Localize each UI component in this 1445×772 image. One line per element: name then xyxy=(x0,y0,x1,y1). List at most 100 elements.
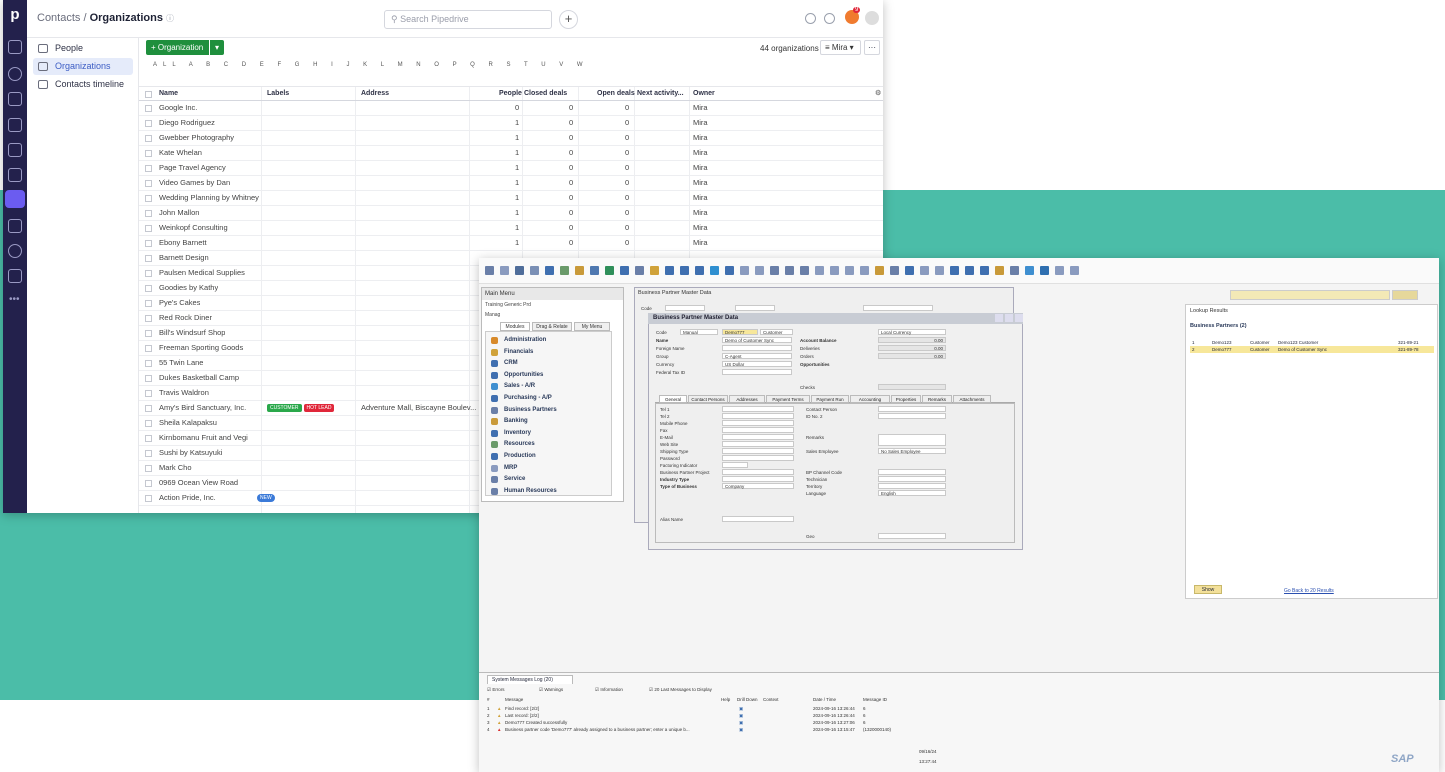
org-name[interactable]: Diego Rodriguez xyxy=(159,116,215,131)
field-input[interactable]: Company xyxy=(722,483,794,489)
toolbar-icon[interactable] xyxy=(590,266,599,275)
toolbar-icon[interactable] xyxy=(1040,266,1049,275)
type-select[interactable]: Customer xyxy=(760,329,793,335)
field-input[interactable] xyxy=(722,406,794,412)
add-organization-dropdown[interactable]: ▾ xyxy=(210,40,224,55)
message-filter[interactable]: ☑ Warnings xyxy=(539,687,563,693)
org-name[interactable]: Bill's Windsurf Shop xyxy=(159,326,225,341)
org-name[interactable]: Mark Cho xyxy=(159,461,192,476)
toolbar-icon[interactable] xyxy=(875,266,884,275)
toolbar-icon[interactable] xyxy=(890,266,899,275)
toolbar-icon[interactable] xyxy=(575,266,584,275)
field-input[interactable] xyxy=(878,469,946,475)
module-item[interactable]: Purchasing - A/P xyxy=(489,392,552,404)
lookup-row[interactable]: 2 Demo777 Customer Demo of Customer Sync… xyxy=(1190,346,1434,353)
tab-remarks[interactable]: Remarks xyxy=(922,395,952,403)
message-filter[interactable]: ☑ 20 Last Messages to Display xyxy=(649,687,712,693)
type-select[interactable] xyxy=(735,305,775,311)
sidebar-item-people[interactable]: People xyxy=(33,40,133,57)
table-row[interactable]: Video Games by Dan 1 0 0 Mira xyxy=(139,176,883,191)
select-all-checkbox[interactable] xyxy=(145,91,152,98)
messages-tab[interactable]: System Messages Log (20) xyxy=(487,675,573,684)
toolbar-icon[interactable] xyxy=(920,266,929,275)
message-row[interactable]: 1 ▲ Find record: [2/2] ▣ 2024-09-16 13:2… xyxy=(487,705,1387,712)
row-checkbox[interactable] xyxy=(145,420,152,427)
row-checkbox[interactable] xyxy=(145,180,152,187)
tab-payment-run[interactable]: Payment Run xyxy=(811,395,849,403)
field-input[interactable] xyxy=(878,413,946,419)
tab-my-menu[interactable]: My Menu xyxy=(574,322,610,331)
calendar-icon[interactable] xyxy=(8,168,22,182)
org-name[interactable]: Wedding Planning by Whitney xyxy=(159,191,259,206)
table-row[interactable]: Gwebber Photography 1 0 0 Mira xyxy=(139,131,883,146)
tab-addresses[interactable]: Addresses xyxy=(729,395,765,403)
chart-icon[interactable] xyxy=(8,219,22,233)
field-input[interactable] xyxy=(722,420,794,426)
table-row[interactable]: Page Travel Agency 1 0 0 Mira xyxy=(139,161,883,176)
message-row[interactable]: 2 ▲ Last record: [2/2] ▣ 2024-09-16 13:2… xyxy=(487,712,1387,719)
field-input[interactable] xyxy=(722,434,794,440)
toolbar-icon[interactable] xyxy=(515,266,524,275)
lookup-row[interactable]: 1 Demo123 Customer Demo123 Customer 321-… xyxy=(1190,339,1434,346)
row-checkbox[interactable] xyxy=(145,195,152,202)
row-checkbox[interactable] xyxy=(145,300,152,307)
col-next-activity[interactable]: Next activity... xyxy=(637,87,684,102)
col-address[interactable]: Address xyxy=(361,87,389,102)
field-input[interactable] xyxy=(878,476,946,482)
module-item[interactable]: Service xyxy=(489,473,525,485)
toolbar-icon[interactable] xyxy=(770,266,779,275)
module-item[interactable]: Administration xyxy=(489,334,546,346)
currency-select[interactable] xyxy=(863,305,933,311)
toolbar-icon[interactable] xyxy=(605,266,614,275)
field-input[interactable] xyxy=(722,462,748,468)
toolbar-icon[interactable] xyxy=(710,266,719,275)
toolbar-icon[interactable] xyxy=(725,266,734,275)
row-checkbox[interactable] xyxy=(145,435,152,442)
toolbar-icon[interactable] xyxy=(1070,266,1079,275)
table-row[interactable]: Diego Rodriguez 1 0 0 Mira xyxy=(139,116,883,131)
row-checkbox[interactable] xyxy=(145,255,152,262)
name-input[interactable]: Demo of Customer Sync xyxy=(722,337,792,343)
message-filter[interactable]: ☑ Information xyxy=(595,687,623,693)
tax-id-input[interactable] xyxy=(722,369,792,375)
info-icon[interactable]: ⓘ xyxy=(166,14,174,23)
sales-assistant-icon[interactable] xyxy=(805,13,816,24)
currency-input[interactable]: US Dollar xyxy=(722,361,792,367)
group-select[interactable]: C-Agent xyxy=(722,353,792,359)
toolbar-icon[interactable] xyxy=(785,266,794,275)
toolbar-icon[interactable] xyxy=(635,266,644,275)
toolbar-icon[interactable] xyxy=(560,266,569,275)
toolbar-icon[interactable] xyxy=(995,266,1004,275)
table-row[interactable]: Wedding Planning by Whitney 1 0 0 Mira xyxy=(139,191,883,206)
contacts-icon[interactable] xyxy=(5,190,25,208)
row-checkbox[interactable] xyxy=(145,315,152,322)
sidebar-item-contacts-timeline[interactable]: Contacts timeline xyxy=(33,76,133,93)
message-column-header[interactable]: # xyxy=(487,697,490,702)
org-name[interactable]: Red Rock Diner xyxy=(159,311,212,326)
row-checkbox[interactable] xyxy=(145,330,152,337)
module-item[interactable]: CRM xyxy=(489,357,518,369)
message-column-header[interactable]: Drill Down xyxy=(737,697,758,702)
org-name[interactable]: Weinkopf Consulting xyxy=(159,221,228,236)
row-checkbox[interactable] xyxy=(145,105,152,112)
org-name[interactable]: Travis Waldron xyxy=(159,386,209,401)
tab-contact-persons[interactable]: Contact Persons xyxy=(688,395,728,403)
field-input[interactable]: English xyxy=(878,490,946,496)
toolbar-icon[interactable] xyxy=(950,266,959,275)
row-checkbox[interactable] xyxy=(145,225,152,232)
module-item[interactable]: Resources xyxy=(489,438,535,450)
avatar[interactable] xyxy=(865,11,879,25)
tab-attachments[interactable]: Attachments xyxy=(953,395,991,403)
message-column-header[interactable]: Date / Time xyxy=(813,697,836,702)
module-item[interactable]: Banking xyxy=(489,415,528,427)
field-input[interactable] xyxy=(722,427,794,433)
row-checkbox[interactable] xyxy=(145,270,152,277)
col-closed-deals[interactable]: Closed deals xyxy=(524,87,567,102)
tab-payment-terms[interactable]: Payment Terms xyxy=(766,395,810,403)
toolbar-icon[interactable] xyxy=(845,266,854,275)
lookup-search-input[interactable] xyxy=(1230,290,1390,300)
org-name[interactable]: Sheila Kalapaksu xyxy=(159,416,217,431)
owner-filter[interactable]: ≡ Mira ▾ xyxy=(820,40,861,55)
org-name[interactable]: Freeman Sporting Goods xyxy=(159,341,243,356)
row-checkbox[interactable] xyxy=(145,345,152,352)
